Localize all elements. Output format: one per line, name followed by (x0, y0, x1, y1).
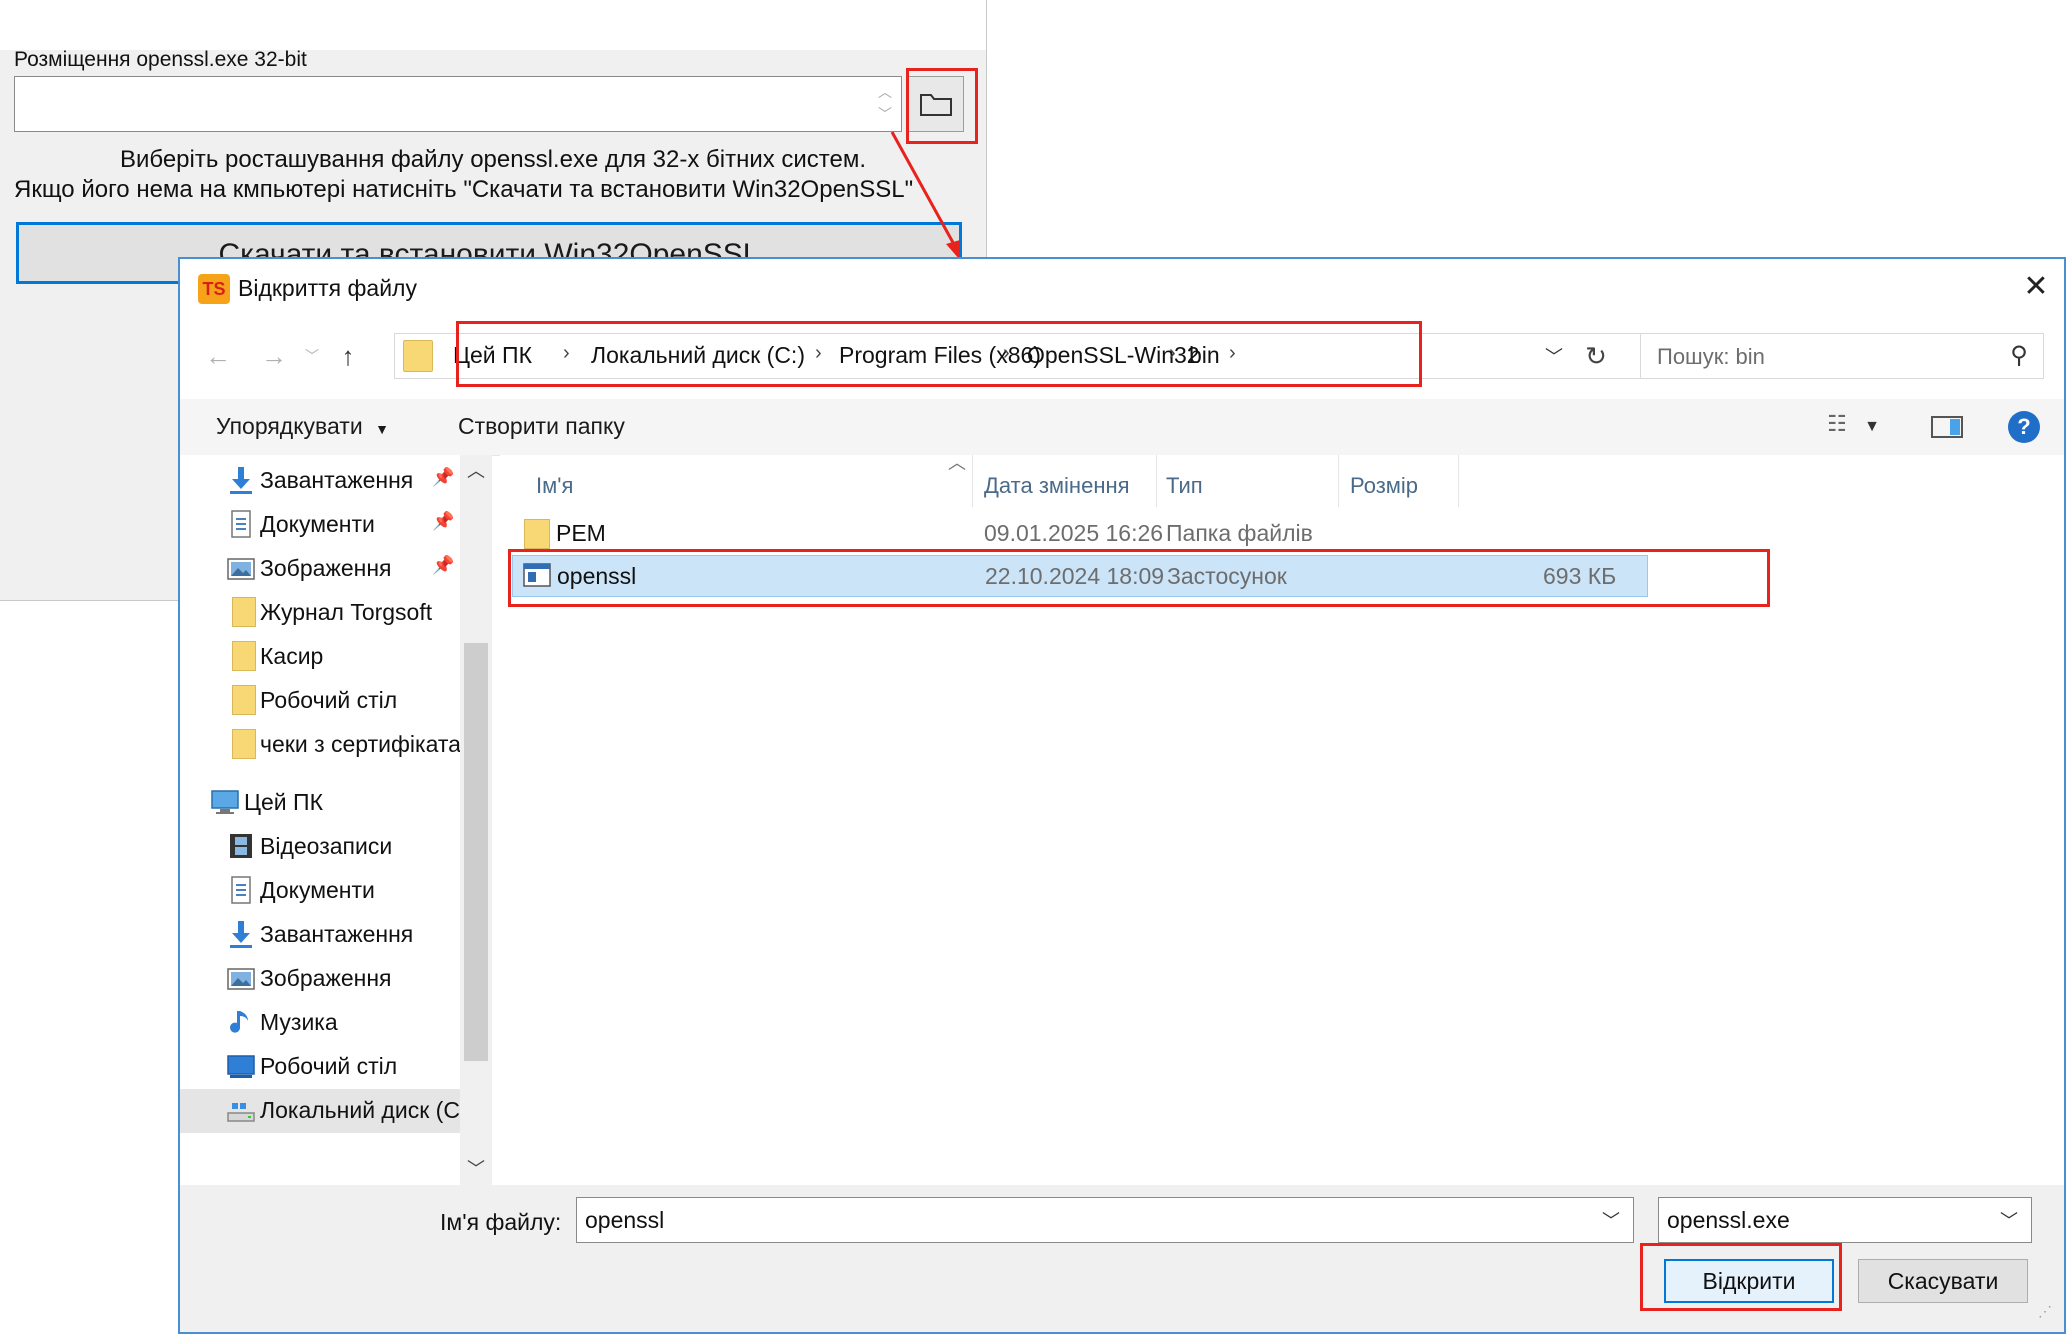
pictures-icon (227, 558, 255, 580)
highlight-open-button (1640, 1243, 1842, 1311)
forward-arrow-icon[interactable]: → (256, 338, 292, 374)
organize-label: Упорядкувати (216, 413, 363, 439)
scroll-up-icon[interactable]: ︿ (462, 457, 490, 481)
nav-scrollbar-thumb[interactable] (464, 643, 488, 1061)
file-date: 09.01.2025 16:26 (984, 520, 1164, 546)
nav-item-desktop[interactable]: Робочий стіл (180, 1045, 480, 1089)
folder-icon (232, 641, 256, 671)
nav-item-cashier[interactable]: Касир (180, 635, 480, 679)
nav-item-desktop-folder[interactable]: Робочий стіл (180, 679, 480, 723)
cancel-button[interactable]: Скасувати (1858, 1259, 2028, 1303)
dropdown-caret-icon: ▼ (375, 421, 389, 437)
pin-icon[interactable]: 📌 (432, 467, 454, 488)
nav-item-music[interactable]: Музика (180, 1001, 480, 1045)
navigation-pane: Завантаження 📌 Документи 📌 Зображення 📌 … (180, 455, 492, 1185)
nav-item-downloads-pinned[interactable]: Завантаження 📌 (180, 459, 480, 503)
back-arrow-icon[interactable]: ← (200, 338, 236, 374)
nav-item-local-disk[interactable]: Локальний диск (C:) (180, 1089, 480, 1133)
folder-icon (524, 519, 550, 549)
folder-icon (232, 597, 256, 627)
address-dropdown-icon[interactable]: ﹀ (1540, 342, 1568, 372)
folder-icon (232, 729, 256, 759)
pin-icon[interactable]: 📌 (432, 511, 454, 532)
nav-item-documents-pinned[interactable]: Документи 📌 (180, 503, 480, 547)
new-folder-button[interactable]: Створити папку (458, 413, 625, 440)
organize-button[interactable]: Упорядкувати ▼ (216, 413, 389, 440)
desktop-icon (227, 1055, 255, 1078)
file-type-value: openssl.exe (1667, 1207, 1790, 1233)
music-icon (230, 1011, 248, 1033)
highlight-browse-button (906, 68, 978, 144)
column-header-date[interactable]: Дата змінення (984, 473, 1130, 499)
up-arrow-icon[interactable]: ↑ (330, 338, 366, 374)
refresh-icon[interactable]: ↻ (1580, 340, 1612, 372)
openssl-path-input[interactable]: ︿ ﹀ (14, 76, 902, 132)
close-icon[interactable]: ✕ (2018, 269, 2054, 305)
drive-icon (227, 1103, 255, 1122)
description-line-2: Якщо його нема на кмпьютері натисніть "С… (14, 176, 914, 203)
nav-item-receipts-certificates[interactable]: чеки з сертифікатами (180, 723, 480, 767)
highlight-address-bar (456, 321, 1422, 387)
pictures-icon (227, 968, 255, 990)
app-logo-icon: TS (198, 274, 230, 304)
resize-grip-icon[interactable]: ⋰ (2038, 1303, 2052, 1320)
path-scroll-arrows-icon[interactable]: ︿ ﹀ (875, 81, 895, 127)
search-box[interactable]: Пошук: bin ⚲ (1640, 333, 2044, 379)
column-divider[interactable] (972, 455, 973, 507)
video-icon (230, 834, 252, 858)
window-top-area (0, 0, 986, 50)
column-header-size[interactable]: Розмір (1350, 473, 1418, 499)
computer-icon (211, 790, 239, 814)
nav-item-videos[interactable]: Відеозаписи (180, 825, 480, 869)
document-icon (231, 510, 251, 538)
highlight-selected-file (508, 549, 1770, 607)
file-type: Папка файлів (1166, 520, 1313, 546)
folder-icon (403, 340, 433, 372)
nav-item-documents[interactable]: Документи (180, 869, 480, 913)
download-arrow-icon (230, 467, 252, 494)
dialog-title: Відкриття файлу (238, 275, 417, 301)
filename-label: Ім'я файлу: (440, 1209, 562, 1235)
view-details-icon[interactable]: ☷ (1820, 411, 1854, 443)
folder-icon (232, 685, 256, 715)
recent-locations-chevron-icon[interactable]: ﹀ (294, 338, 330, 374)
nav-item-downloads[interactable]: Завантаження (180, 913, 480, 957)
download-arrow-icon (230, 921, 252, 948)
sort-ascending-icon: ︿ (948, 453, 966, 473)
annotation-arrow (890, 131, 960, 260)
view-dropdown-icon[interactable]: ▼ (1860, 411, 1884, 443)
filename-input[interactable]: openssl ﹀ (576, 1197, 1634, 1243)
column-header-name[interactable]: Ім'я (536, 473, 573, 499)
file-type-select[interactable]: openssl.exe ﹀ (1658, 1197, 2032, 1243)
column-header-type[interactable]: Тип (1166, 473, 1203, 499)
nav-item-torgsoft-log[interactable]: Журнал Torgsoft (180, 591, 480, 635)
file-name: PEM (556, 520, 606, 546)
filename-dropdown-icon[interactable]: ﹀ (1597, 1206, 1625, 1236)
help-icon[interactable]: ? (2008, 411, 2040, 443)
column-divider[interactable] (1156, 455, 1157, 507)
nav-item-pictures-pinned[interactable]: Зображення 📌 (180, 547, 480, 591)
search-input[interactable]: Пошук: bin (1657, 344, 1765, 370)
column-divider[interactable] (1458, 455, 1459, 507)
file-open-dialog: TS Відкриття файлу ✕ ← → ﹀ ↑ Цей ПК › Ло… (178, 257, 2066, 1334)
command-bar: Упорядкувати ▼ Створити папку ☷ ▼ ? (180, 399, 2064, 456)
nav-item-this-pc[interactable]: Цей ПК (180, 781, 480, 825)
pin-icon[interactable]: 📌 (432, 555, 454, 576)
document-icon (231, 876, 251, 904)
search-icon[interactable]: ⚲ (2005, 342, 2033, 370)
nav-item-pictures[interactable]: Зображення (180, 957, 480, 1001)
filename-value: openssl (585, 1207, 665, 1233)
openssl-path-label: Розміщення openssl.exe 32-bit (14, 48, 307, 71)
column-divider[interactable] (1338, 455, 1339, 507)
preview-pane-icon[interactable] (1930, 411, 1964, 443)
description-line-1: Виберіть росташування файлу openssl.exe … (119, 146, 867, 173)
scroll-down-icon[interactable]: ﹀ (462, 1155, 490, 1179)
file-type-dropdown-icon[interactable]: ﹀ (1995, 1206, 2023, 1236)
